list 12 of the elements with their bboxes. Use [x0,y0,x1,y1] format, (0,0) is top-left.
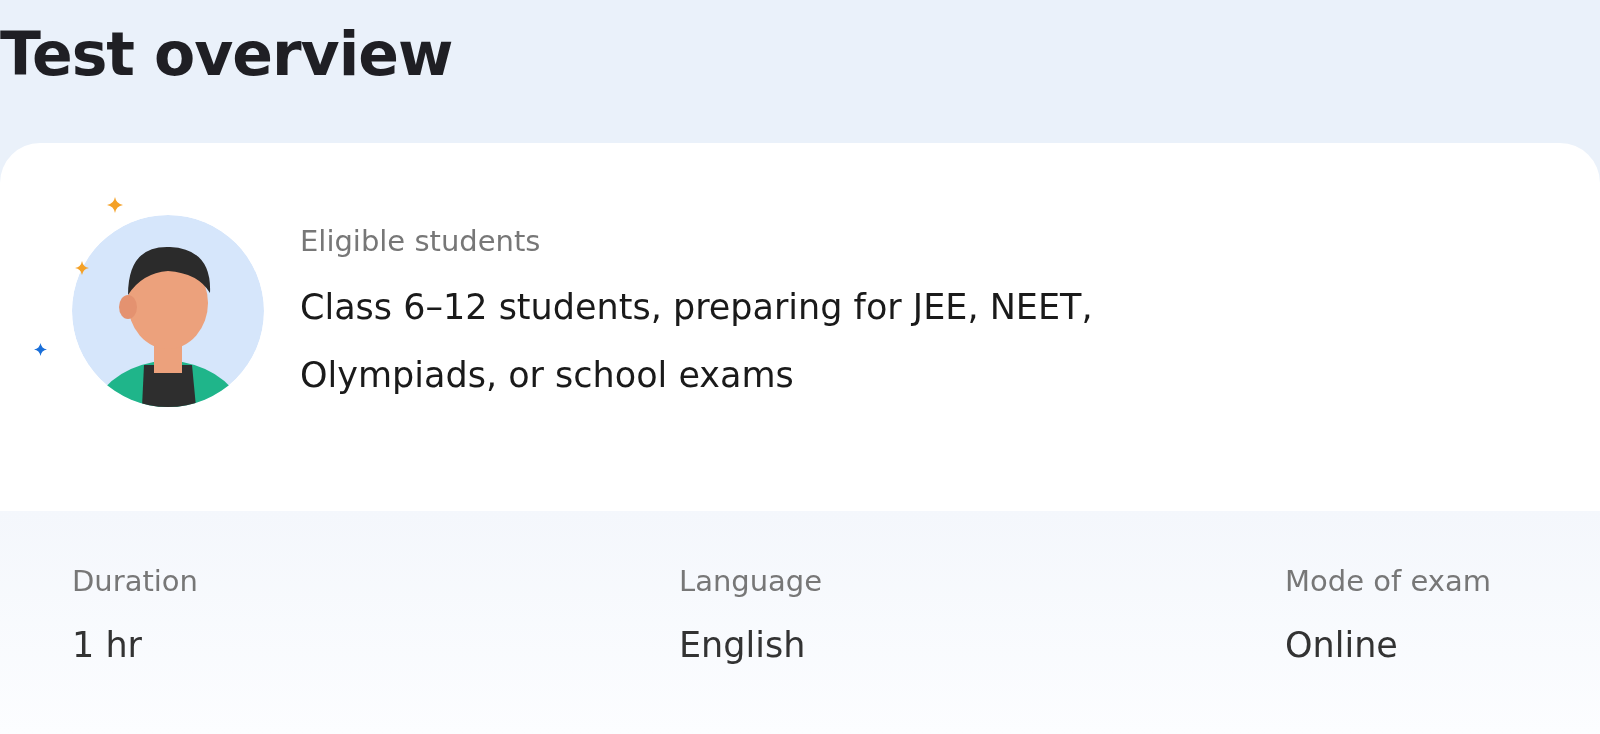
sparkle-icon [75,261,89,275]
detail-label: Duration [72,563,198,600]
detail-value: Online [1285,624,1398,667]
sparkle-icon [34,343,47,356]
eligibility-value: Class 6–12 students, preparing for JEE, NEET, Olympiads, or school exams [300,286,1094,397]
detail-label: Language [679,563,823,600]
detail-value: 1 hr [72,624,142,667]
sparkle-icon [107,197,123,213]
detail-value: English [679,624,806,667]
page-title: Test overview [0,18,454,91]
eligibility-label: Eligible students [300,223,542,260]
detail-label: Mode of exam [1285,563,1491,600]
